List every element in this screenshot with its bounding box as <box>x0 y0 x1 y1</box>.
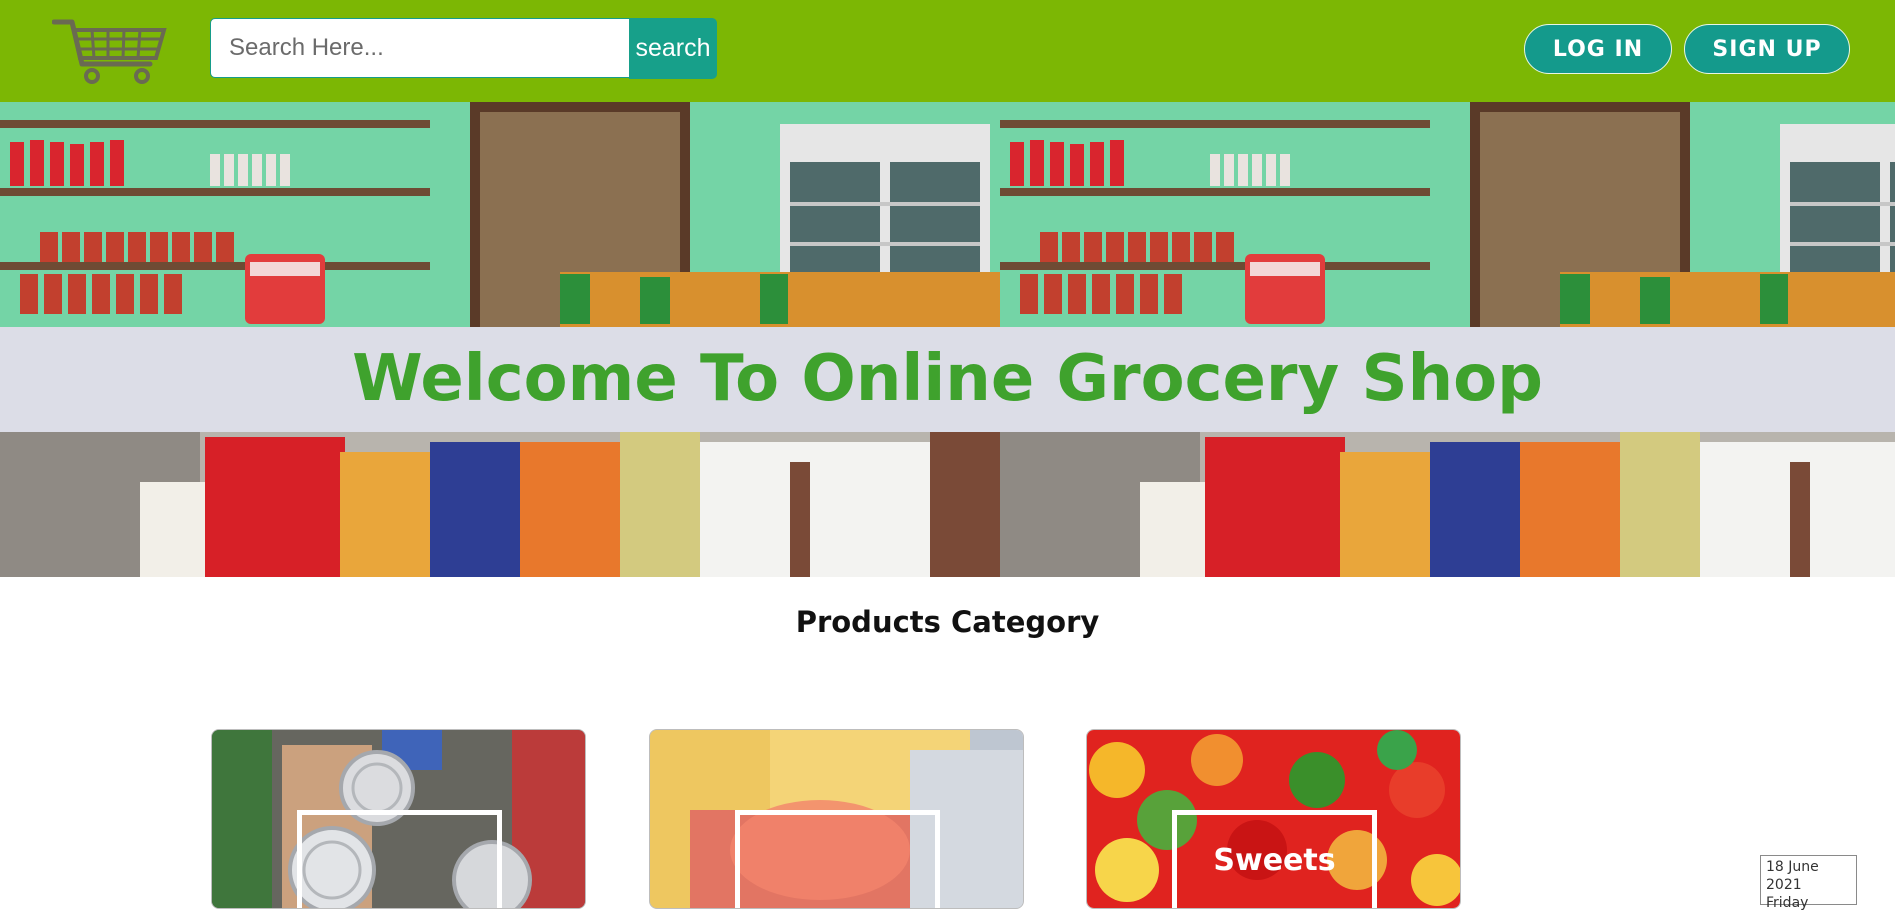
date-widget: 18 June 2021 Friday <box>1760 855 1857 911</box>
products-category-heading: Products Category <box>795 605 1100 639</box>
login-button[interactable]: LOG IN <box>1524 24 1672 74</box>
category-card-canned-goods[interactable] <box>211 729 586 909</box>
top-navbar: search LOG IN SIGN UP <box>0 0 1895 102</box>
card-frame: Sweets <box>1172 810 1377 908</box>
card-frame <box>735 810 940 908</box>
welcome-banner: Welcome To Online Grocery Shop <box>0 327 1895 432</box>
hero-banner: Welcome To Online Grocery Shop <box>0 102 1895 577</box>
search-button[interactable]: search <box>629 18 717 79</box>
welcome-title: Welcome To Online Grocery Shop <box>352 342 1543 416</box>
card-frame <box>297 810 502 908</box>
category-card-sweets[interactable]: Sweets <box>1086 729 1461 909</box>
category-label: Sweets <box>1213 843 1336 878</box>
signup-button[interactable]: SIGN UP <box>1684 24 1850 74</box>
day-text: Friday <box>1766 895 1809 911</box>
search-input[interactable] <box>210 18 630 78</box>
shopping-cart-icon[interactable] <box>51 16 168 86</box>
category-card-snacks[interactable] <box>649 729 1024 909</box>
date-text: 18 June 2021 <box>1766 859 1819 893</box>
